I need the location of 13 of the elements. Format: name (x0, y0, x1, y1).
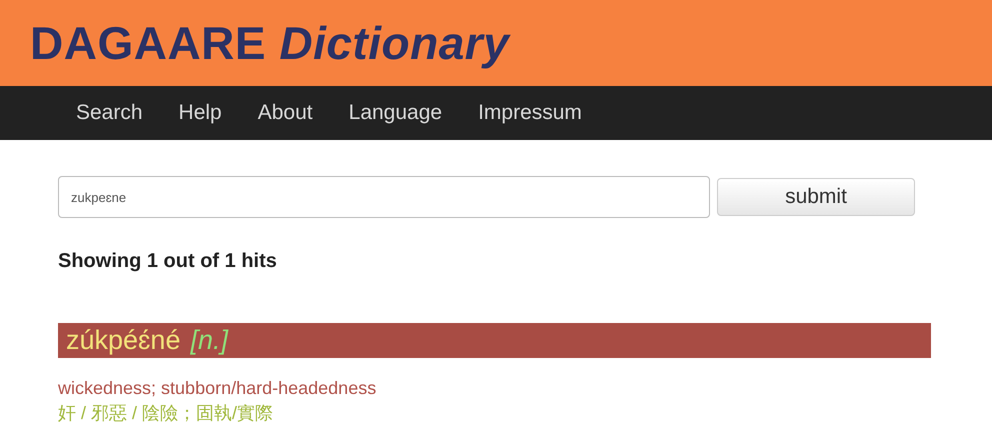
part-of-speech: [n.] (190, 325, 228, 356)
nav-link[interactable]: Help (160, 101, 240, 125)
nav-link[interactable]: Impressum (460, 101, 600, 125)
results-summary: Showing 1 out of 1 hits (58, 250, 278, 273)
headword: zúkpéɛ́né (66, 325, 180, 356)
translation: 奸 / 邪惡 / 陰險；固執/實際 (58, 402, 274, 425)
site-title: DAGAARE Dictionary (30, 16, 510, 70)
search-field[interactable]: zukpeɛne (58, 176, 710, 218)
nav-link[interactable]: Language (330, 101, 460, 125)
definition: wickedness; stubborn/hard-headedness (58, 378, 378, 399)
nav-link[interactable]: Search (58, 101, 161, 125)
nav-link[interactable]: About (240, 101, 331, 125)
submit-button[interactable]: submit (717, 178, 915, 216)
